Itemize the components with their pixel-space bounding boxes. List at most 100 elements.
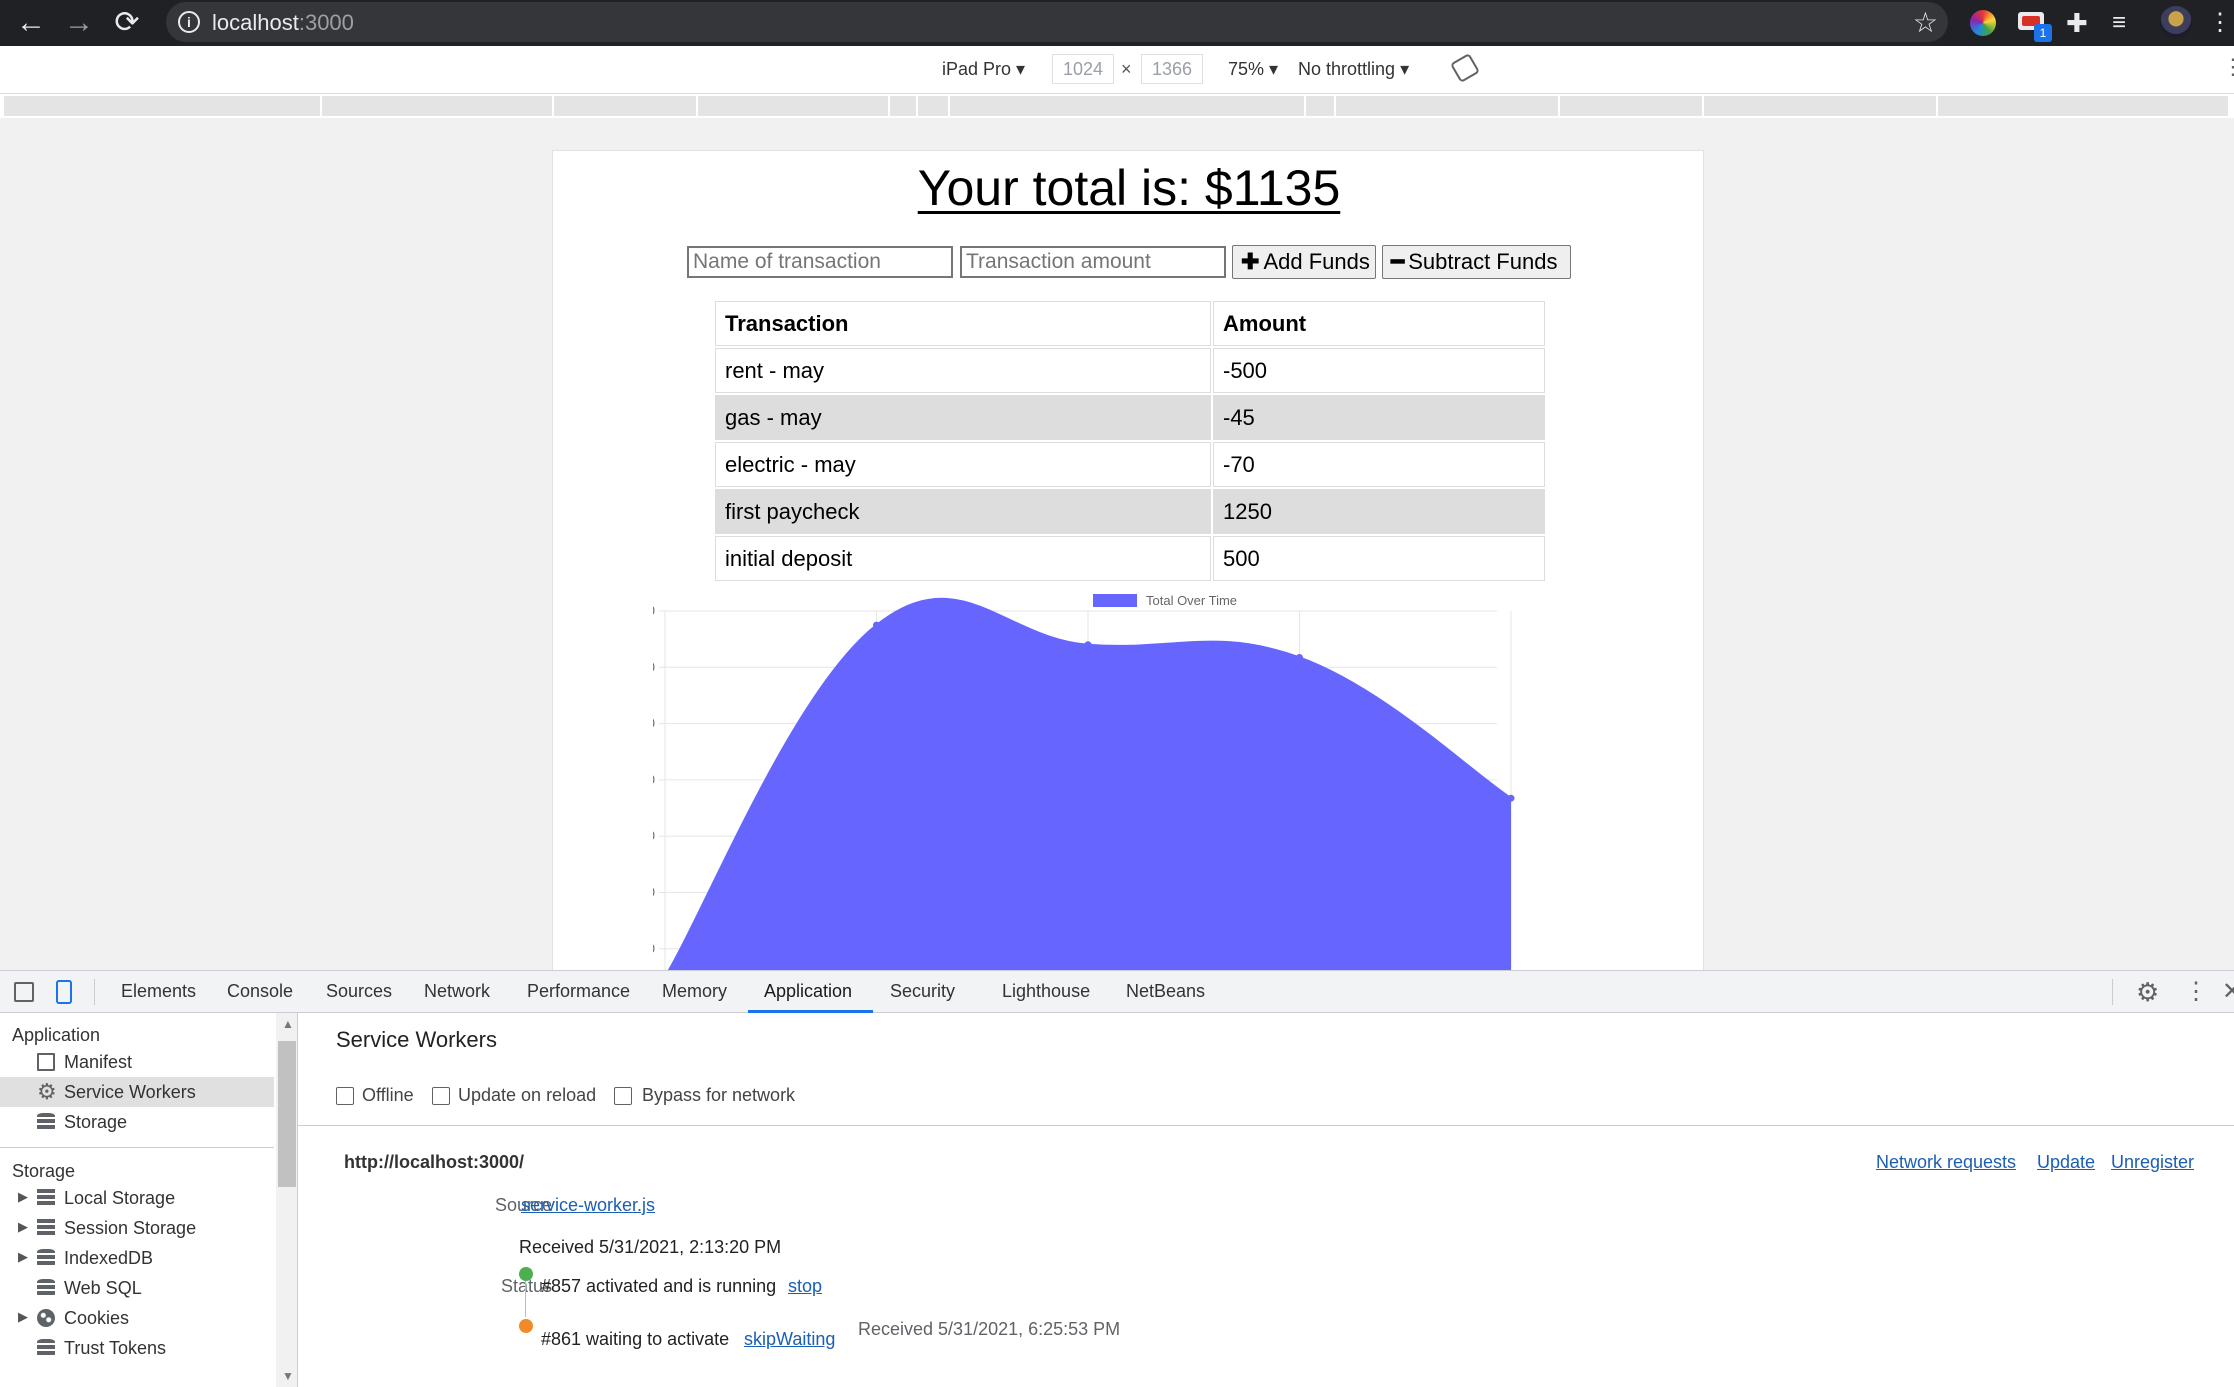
zoom-select[interactable]: 75% ▾ xyxy=(1228,59,1278,80)
tab-sources[interactable]: Sources xyxy=(326,981,392,1002)
device-select[interactable]: iPad Pro ▾ xyxy=(942,59,1025,80)
tab-performance[interactable]: Performance xyxy=(527,981,630,1002)
bypass-for-network-checkbox[interactable] xyxy=(614,1087,632,1105)
subtract-funds-button[interactable]: ━ Subtract Funds xyxy=(1382,245,1571,279)
tab-lighthouse[interactable]: Lighthouse xyxy=(1002,981,1090,1002)
minus-icon: ━ xyxy=(1391,249,1405,274)
sidebar-item-label: Cookies xyxy=(64,1308,130,1328)
update-on-reload-label[interactable]: Update on reload xyxy=(458,1085,596,1106)
scroll-down-icon[interactable]: ▼ xyxy=(282,1369,294,1383)
media-query-segment[interactable] xyxy=(322,96,552,116)
offline-label[interactable]: Offline xyxy=(362,1085,414,1106)
media-query-segment[interactable] xyxy=(4,96,320,116)
transaction-amount-input[interactable] xyxy=(960,246,1226,278)
expand-arrow-icon[interactable]: ▶ xyxy=(18,1249,28,1265)
expand-arrow-icon[interactable]: ▶ xyxy=(18,1309,28,1325)
close-icon[interactable]: ✕ xyxy=(2222,977,2234,1006)
media-query-segment[interactable] xyxy=(1938,96,2228,116)
devtools-more-icon[interactable]: ⋮ xyxy=(2184,977,2208,1006)
sidebar-item-indexeddb[interactable]: ▶ IndexedDB xyxy=(0,1243,274,1273)
inspect-element-icon[interactable] xyxy=(14,982,34,1002)
device-toggle-icon[interactable] xyxy=(56,980,72,1004)
tab-netbeans[interactable]: NetBeans xyxy=(1126,981,1205,1002)
data-point[interactable] xyxy=(873,621,880,629)
scroll-up-icon[interactable]: ▲ xyxy=(282,1017,294,1031)
network-requests-link[interactable]: Network requests xyxy=(1876,1152,2016,1173)
bypass-for-network-label[interactable]: Bypass for network xyxy=(642,1085,795,1106)
transaction-amount-cell: -500 xyxy=(1213,348,1545,393)
legend-label: Total Over Time xyxy=(1146,593,1237,608)
media-query-segment[interactable] xyxy=(1560,96,1702,116)
extension-badge: 1 xyxy=(2034,24,2052,42)
expand-arrow-icon[interactable]: ▶ xyxy=(18,1219,28,1235)
source-file-link[interactable]: service-worker.js xyxy=(521,1195,655,1216)
sidebar-item-storage[interactable]: Storage xyxy=(0,1107,274,1137)
width-input[interactable]: 1024 xyxy=(1052,54,1114,84)
sidebar-item-label: Local Storage xyxy=(64,1188,176,1208)
data-point[interactable] xyxy=(1296,653,1303,661)
media-query-segment[interactable] xyxy=(698,96,888,116)
site-info-icon[interactable]: i xyxy=(178,11,200,33)
stop-link[interactable]: stop xyxy=(788,1276,822,1297)
sidebar-item-web-sql[interactable]: Web SQL xyxy=(0,1273,274,1303)
forward-icon[interactable]: → xyxy=(62,6,96,40)
tab-application[interactable]: Application xyxy=(764,981,852,1002)
bookmark-star-icon[interactable]: ☆ xyxy=(1913,6,1938,39)
media-query-segment[interactable] xyxy=(890,96,916,116)
tab-separator xyxy=(2112,979,2113,1005)
add-funds-button[interactable]: ✚ Add Funds xyxy=(1232,245,1376,279)
expand-arrow-icon[interactable]: ▶ xyxy=(18,1189,28,1205)
sidebar-item-session-storage[interactable]: ▶ Session Storage xyxy=(0,1213,274,1243)
series-area xyxy=(668,598,1511,970)
section-divider xyxy=(298,1125,2234,1126)
transaction-amount-cell: 500 xyxy=(1213,536,1545,581)
chart-legend[interactable]: Total Over Time xyxy=(1093,593,1237,608)
tab-console[interactable]: Console xyxy=(227,981,293,1002)
data-point[interactable] xyxy=(1507,794,1515,802)
media-query-segment[interactable] xyxy=(554,96,696,116)
update-link[interactable]: Update xyxy=(2037,1152,2095,1173)
tab-memory[interactable]: Memory xyxy=(662,981,727,1002)
throttling-select[interactable]: No throttling ▾ xyxy=(1298,59,1409,80)
browser-menu-icon[interactable]: ⋮ xyxy=(2208,8,2232,37)
media-query-segment[interactable] xyxy=(1336,96,1558,116)
extensions-puzzle-icon[interactable]: ✚ xyxy=(2066,10,2092,36)
sidebar-item-label: Session Storage xyxy=(64,1218,197,1238)
media-query-segment[interactable] xyxy=(950,96,1304,116)
unregister-link[interactable]: Unregister xyxy=(2111,1152,2194,1173)
address-bar[interactable]: i localhost:3000 ☆ xyxy=(166,2,1948,42)
total-over-time-chart: 1800 1600 1400 1200 1000 800 600 Total Over Ti… xyxy=(653,593,1515,970)
skip-waiting-link[interactable]: skipWaiting xyxy=(744,1329,835,1350)
tab-network[interactable]: Network xyxy=(424,981,490,1002)
budget-app-page: Your total is: $1135 ✚Add Funds ━Subtrac… xyxy=(552,150,1704,970)
update-on-reload-checkbox[interactable] xyxy=(432,1087,450,1105)
media-query-segment[interactable] xyxy=(1306,96,1334,116)
sidebar-item-trust-tokens[interactable]: Trust Tokens xyxy=(0,1333,274,1363)
back-icon[interactable]: ← xyxy=(14,6,48,40)
tab-elements[interactable]: Elements xyxy=(121,981,196,1002)
sidebar-scrollbar-thumb[interactable] xyxy=(278,1041,296,1187)
color-picker-extension-icon[interactable] xyxy=(1970,10,1996,36)
cookie-icon xyxy=(37,1309,55,1327)
reload-icon[interactable]: ⟳ xyxy=(110,6,144,40)
transaction-amount-cell: -70 xyxy=(1213,442,1545,487)
media-control-icon[interactable]: ≡ xyxy=(2112,10,2138,36)
rotate-icon[interactable] xyxy=(1449,52,1481,84)
data-point[interactable] xyxy=(1084,641,1092,649)
profile-avatar[interactable] xyxy=(2160,6,2192,38)
transaction-name-input[interactable] xyxy=(687,246,953,278)
device-more-icon[interactable]: ⋮ xyxy=(2222,54,2234,80)
sidebar-item-manifest[interactable]: Manifest xyxy=(0,1047,274,1077)
tab-security[interactable]: Security xyxy=(890,981,955,1002)
zoom-label: 75% xyxy=(1228,59,1265,79)
settings-gear-icon[interactable]: ⚙ xyxy=(2136,977,2159,1008)
sidebar-item-cookies[interactable]: ▶ Cookies xyxy=(0,1303,274,1333)
media-query-segment[interactable] xyxy=(918,96,948,116)
sidebar-item-local-storage[interactable]: ▶ Local Storage xyxy=(0,1183,274,1213)
sidebar-item-label: Trust Tokens xyxy=(64,1338,167,1358)
y-tick-label: 1200 xyxy=(653,772,655,787)
offline-checkbox[interactable] xyxy=(336,1087,354,1105)
media-query-segment[interactable] xyxy=(1704,96,1936,116)
height-input[interactable]: 1366 xyxy=(1141,54,1203,84)
sidebar-item-service-workers[interactable]: ⚙ Service Workers xyxy=(0,1077,274,1107)
